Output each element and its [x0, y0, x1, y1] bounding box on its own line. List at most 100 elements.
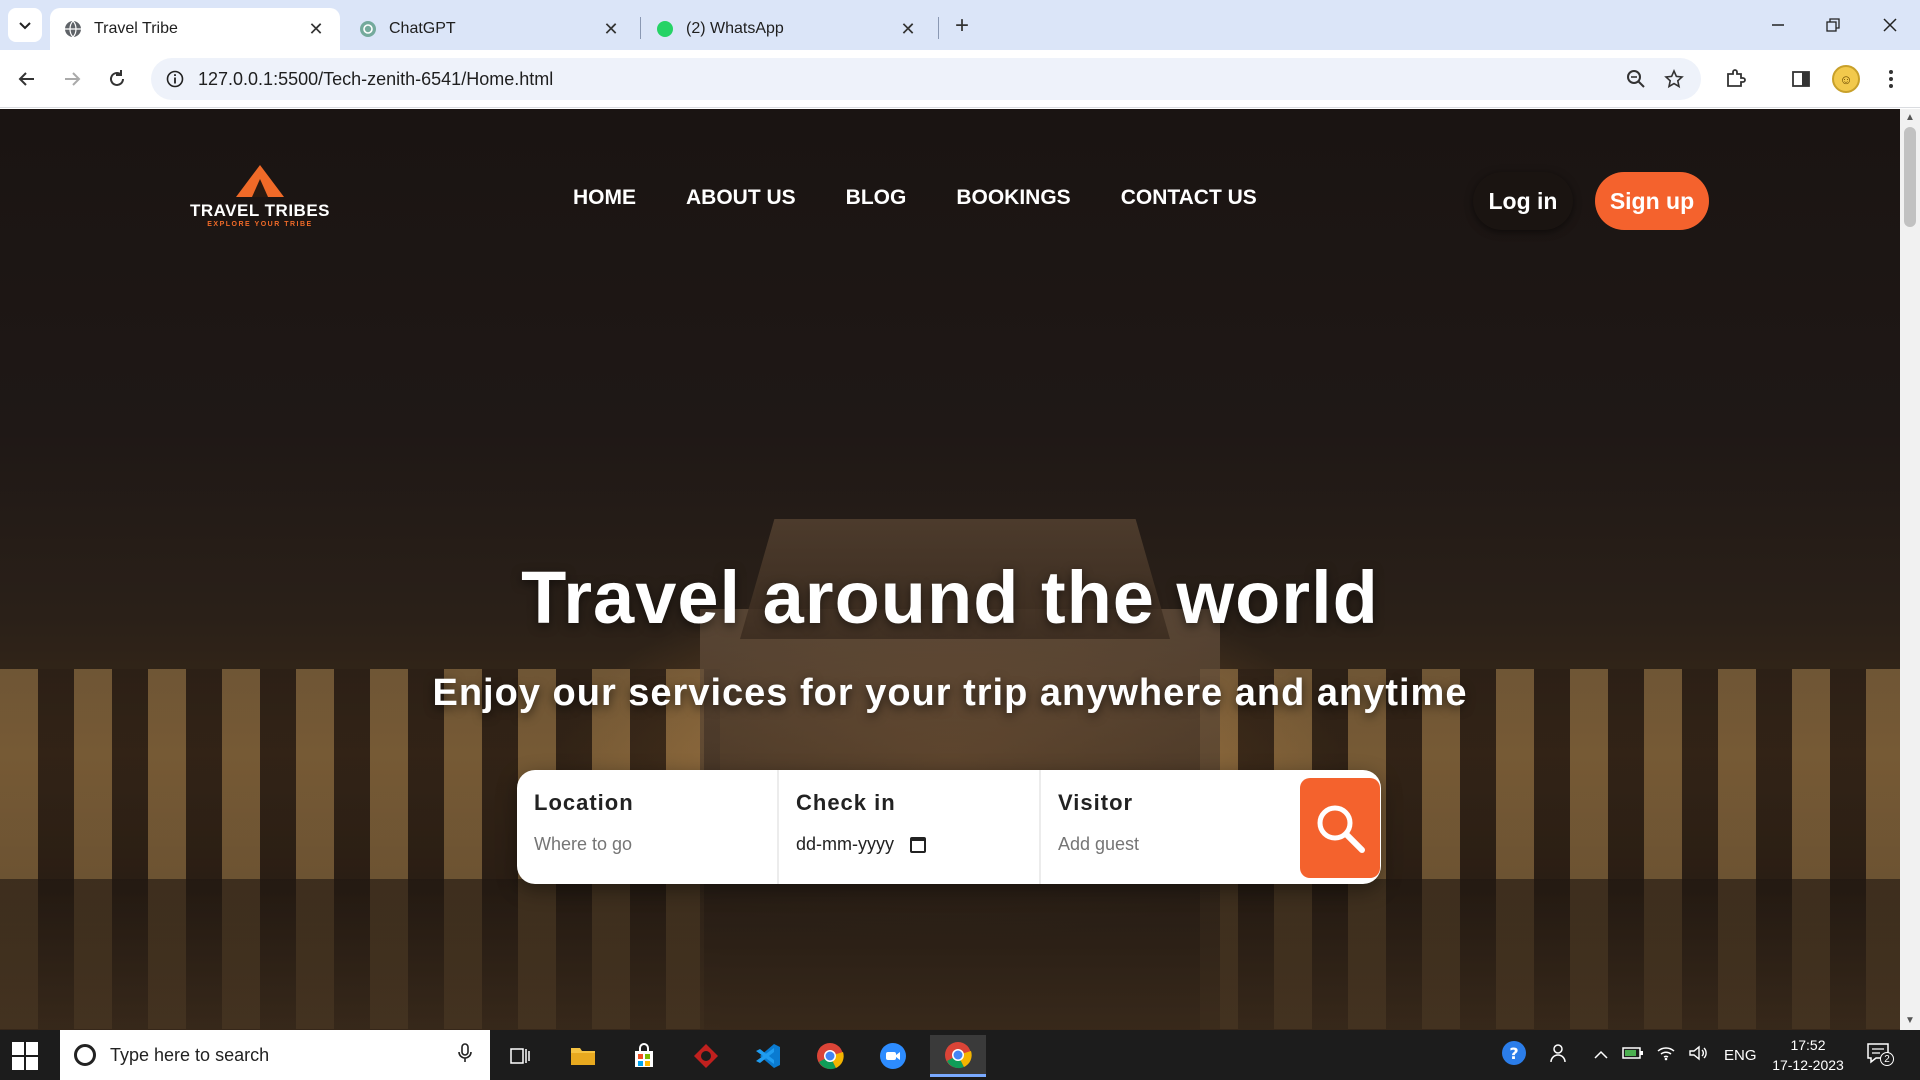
- tab-title: Travel Tribe: [94, 20, 178, 37]
- file-explorer-icon[interactable]: [558, 1035, 608, 1077]
- login-button[interactable]: Log in: [1473, 172, 1573, 230]
- new-tab-button[interactable]: +: [948, 12, 976, 40]
- zoom-icon[interactable]: [1617, 60, 1655, 98]
- forward-button[interactable]: [55, 62, 89, 96]
- taskbar-search-placeholder: Type here to search: [110, 1044, 270, 1065]
- reload-icon: [110, 70, 124, 86]
- restore-button[interactable]: [1813, 10, 1853, 40]
- visitor-input[interactable]: [1058, 834, 1278, 855]
- checkin-field: Check in dd-mm-yyyy: [779, 770, 1041, 884]
- tab-travel-tribe[interactable]: Travel Tribe ✕: [50, 8, 340, 50]
- microphone-icon[interactable]: [450, 1042, 480, 1068]
- visitor-field: Visitor: [1041, 770, 1303, 884]
- more-vertical-icon: [1889, 70, 1893, 88]
- windows-taskbar: Type here to search ? ENG 17:52 17-12-20…: [0, 1030, 1920, 1080]
- tab-title: (2) WhatsApp: [686, 20, 784, 37]
- browser-toolbar: 127.0.0.1:5500/Tech-zenith-6541/Home.htm…: [0, 50, 1920, 108]
- tab-separator: [938, 17, 939, 39]
- side-panel-button[interactable]: [1784, 62, 1818, 96]
- chrome-active-window-icon[interactable]: [930, 1035, 986, 1077]
- booking-search-panel: Location Check in dd-mm-yyyy Visitor: [517, 770, 1381, 884]
- page-scrollbar[interactable]: ▲ ▼: [1900, 109, 1920, 1030]
- close-tab-icon[interactable]: ✕: [306, 19, 326, 39]
- nav-home[interactable]: HOME: [573, 186, 636, 210]
- address-bar[interactable]: 127.0.0.1:5500/Tech-zenith-6541/Home.htm…: [151, 58, 1701, 100]
- visitor-label: Visitor: [1058, 790, 1134, 815]
- language-indicator[interactable]: ENG: [1724, 1047, 1757, 1064]
- red-app-icon[interactable]: [681, 1035, 731, 1077]
- back-button[interactable]: [10, 62, 44, 96]
- browser-tab-strip: Travel Tribe ✕ ChatGPT ✕ (2) WhatsApp ✕ …: [0, 0, 1920, 50]
- wifi-icon[interactable]: [1656, 1045, 1676, 1065]
- location-field: Location: [517, 770, 779, 884]
- chatgpt-icon: [359, 20, 377, 38]
- minimize-icon: [1772, 24, 1784, 26]
- windows-start-icon[interactable]: [12, 1042, 40, 1070]
- bookmark-star-icon[interactable]: [1655, 60, 1693, 98]
- system-tray: ? ENG: [1500, 1030, 1757, 1080]
- calendar-icon[interactable]: [910, 836, 926, 853]
- arrow-right-icon: [65, 72, 81, 86]
- notification-count-badge: 2: [1880, 1052, 1894, 1066]
- reload-button[interactable]: [100, 62, 134, 96]
- task-view-icon[interactable]: [495, 1035, 545, 1077]
- hero-subtitle: Enjoy our services for your trip anywher…: [432, 672, 1468, 714]
- chevron-up-icon[interactable]: [1594, 1047, 1608, 1064]
- site-nav: HOME ABOUT US BLOG BOOKINGS CONTACT US: [573, 186, 1307, 210]
- clock-time: 17:52: [1790, 1037, 1826, 1053]
- profile-button[interactable]: ☺: [1829, 62, 1863, 96]
- logo-title: TRAVEL TRIBES: [190, 201, 330, 220]
- volume-icon[interactable]: [1688, 1045, 1708, 1065]
- help-icon[interactable]: ?: [1500, 1039, 1528, 1071]
- checkin-label: Check in: [796, 790, 896, 815]
- clock-date: 17-12-2023: [1772, 1057, 1844, 1073]
- minimize-button[interactable]: [1758, 10, 1798, 40]
- chevron-down-icon: [19, 22, 31, 30]
- scroll-down-icon[interactable]: ▼: [1905, 1015, 1915, 1026]
- vscode-icon[interactable]: [743, 1035, 793, 1077]
- nav-blog[interactable]: BLOG: [846, 186, 907, 210]
- zoom-app-icon[interactable]: [868, 1035, 918, 1077]
- location-label: Location: [534, 790, 634, 815]
- close-window-button[interactable]: [1870, 10, 1910, 40]
- puzzle-icon: [1727, 69, 1746, 87]
- tab-chatgpt[interactable]: ChatGPT ✕: [345, 8, 635, 50]
- notification-center-button[interactable]: 2: [1866, 1030, 1894, 1080]
- extensions-button[interactable]: [1718, 62, 1752, 96]
- people-icon[interactable]: [1550, 1042, 1572, 1068]
- scroll-up-icon[interactable]: ▲: [1905, 112, 1915, 123]
- avatar: ☺: [1832, 65, 1860, 93]
- cortana-icon: [74, 1044, 96, 1066]
- taskbar-clock[interactable]: 17:52 17-12-2023: [1760, 1035, 1856, 1075]
- scrollbar-thumb[interactable]: [1904, 127, 1916, 227]
- location-input[interactable]: [534, 834, 754, 855]
- svg-text:?: ?: [1509, 1044, 1518, 1063]
- logo-tagline: EXPLORE YOUR TRIBE: [207, 221, 313, 228]
- tab-whatsapp[interactable]: (2) WhatsApp ✕: [642, 8, 932, 50]
- chrome-icon[interactable]: [805, 1035, 855, 1077]
- close-tab-icon[interactable]: ✕: [898, 19, 918, 39]
- tab-separator: [640, 17, 641, 39]
- nav-bookings[interactable]: BOOKINGS: [956, 186, 1070, 210]
- checkin-date-value: dd-mm-yyyy: [796, 834, 894, 854]
- nav-contact-us[interactable]: CONTACT US: [1121, 186, 1257, 210]
- tab-title: ChatGPT: [389, 20, 456, 37]
- url-text: 127.0.0.1:5500/Tech-zenith-6541/Home.htm…: [198, 68, 554, 89]
- site-logo[interactable]: TRAVEL TRIBES EXPLORE YOUR TRIBE: [190, 165, 330, 235]
- search-button[interactable]: [1300, 778, 1380, 878]
- checkin-date-input[interactable]: dd-mm-yyyy: [796, 834, 1022, 855]
- side-panel-icon: [1792, 71, 1810, 87]
- tent-door-icon: [252, 179, 268, 197]
- notification-icon: 2: [1866, 1042, 1894, 1068]
- taskbar-search-box[interactable]: Type here to search: [60, 1030, 490, 1080]
- close-tab-icon[interactable]: ✕: [601, 19, 621, 39]
- site-info-icon[interactable]: [156, 60, 194, 98]
- nav-about-us[interactable]: ABOUT US: [686, 186, 796, 210]
- signup-button[interactable]: Sign up: [1595, 172, 1709, 230]
- restore-icon: [1826, 18, 1840, 32]
- microsoft-store-icon[interactable]: [619, 1035, 669, 1077]
- search-icon: [1317, 805, 1365, 853]
- tab-search-button[interactable]: [8, 8, 42, 42]
- battery-icon[interactable]: [1622, 1045, 1644, 1065]
- browser-menu-button[interactable]: [1874, 62, 1908, 96]
